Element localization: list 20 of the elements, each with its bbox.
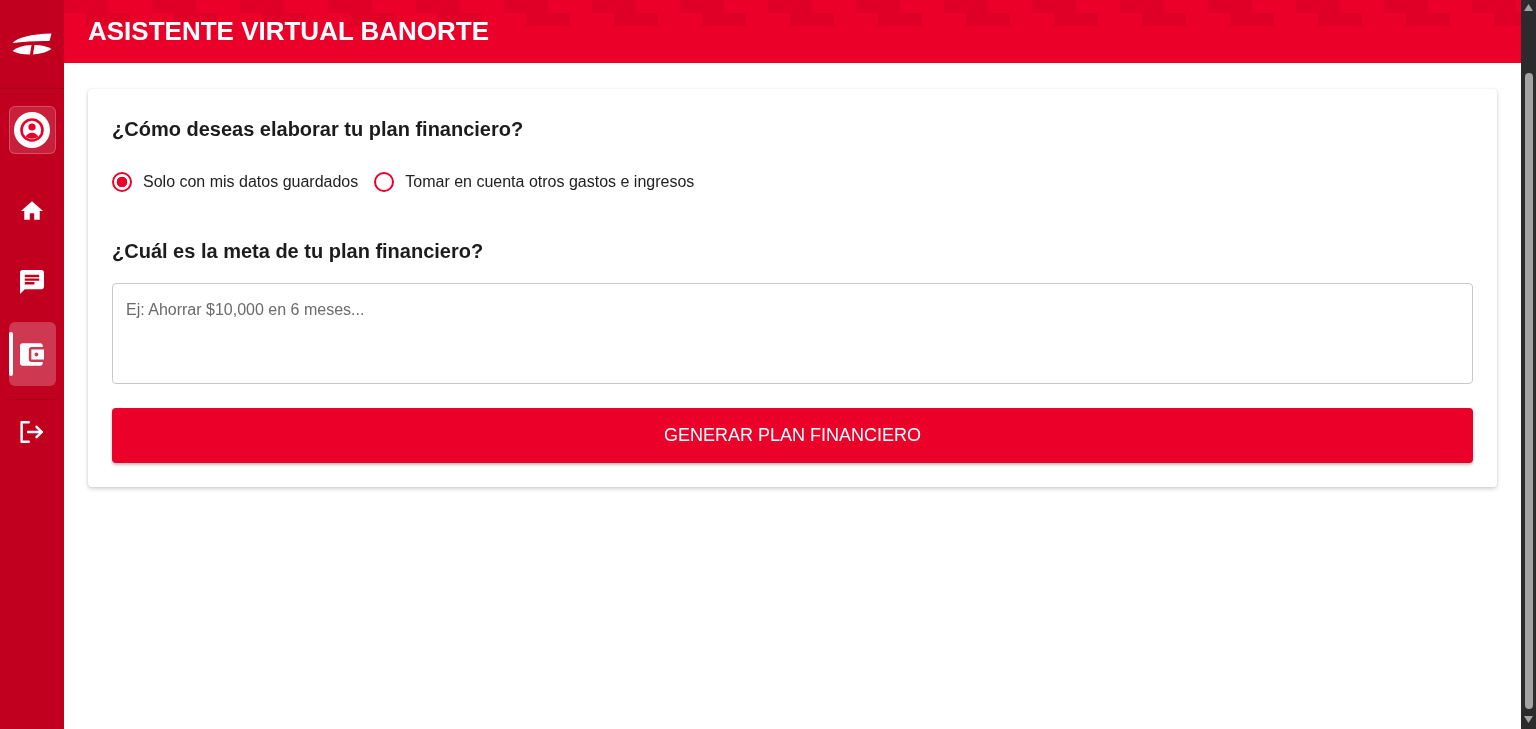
radio-label[interactable]: Tomar en cuenta otros gastos e ingresos	[405, 170, 695, 194]
goal-question: ¿Cuál es la meta de tu plan financiero?	[112, 239, 485, 264]
logo-icon	[12, 33, 52, 55]
scroll-down-icon[interactable]	[1524, 716, 1533, 723]
wallet-icon	[20, 342, 44, 366]
profile-button[interactable]	[8, 106, 56, 154]
logout-icon	[20, 421, 44, 443]
chat-icon	[20, 270, 44, 294]
page-title: ASISTENTE VIRTUAL BANORTE	[88, 17, 490, 44]
scrollbar-thumb[interactable]	[1524, 73, 1533, 709]
method-question: ¿Cómo deseas elaborar tu plan financiero?	[112, 117, 525, 142]
user-icon	[14, 112, 50, 148]
wallet-button[interactable]	[8, 322, 56, 386]
scroll-up-icon[interactable]	[1524, 4, 1533, 11]
home-icon	[21, 200, 43, 220]
goal-field[interactable]: Ej: Ahorrar $10,000 en 6 meses...	[112, 283, 1473, 384]
radio-button[interactable]	[112, 172, 132, 192]
radio-button[interactable]	[374, 172, 395, 192]
radio-label[interactable]: Solo con mis datos guardados	[143, 170, 359, 194]
generate-plan-button[interactable]: GENERAR PLAN FINANCIERO	[112, 408, 1473, 463]
